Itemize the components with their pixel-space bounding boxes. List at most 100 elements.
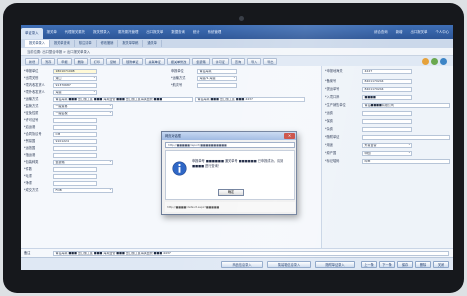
prev-button[interactable]: 上一条 <box>361 261 377 268</box>
nav-tab-5[interactable]: 出口报关单 <box>142 25 167 39</box>
container-button[interactable]: 集装箱 <box>192 57 210 65</box>
refresh-icon[interactable] <box>431 57 438 65</box>
form-row: *生产销售单位 青岛■■■■有限公司 <box>322 102 453 108</box>
info-icon <box>172 161 187 176</box>
pieces-field[interactable] <box>53 166 97 172</box>
save-button[interactable]: 保存 <box>397 261 413 268</box>
save-draft-button[interactable]: 暂存 <box>41 57 56 65</box>
remark-field[interactable]: 青岛海关 ■■■ 出口加工区 ■■■ 海关监管 ■■■ 出口加工区海关监管 ■■… <box>53 250 449 256</box>
copy-button[interactable]: 复制 <box>105 57 121 65</box>
related-docs-button[interactable]: 关联单证 <box>144 57 165 65</box>
misc-fee-field[interactable] <box>362 126 412 132</box>
subtab-3[interactable]: 修改撤销 <box>97 40 119 47</box>
goods-entry-button[interactable]: 商品信息录入 <box>221 261 263 268</box>
field-label: *许可证号 <box>24 118 39 122</box>
trade-country-field[interactable]: 9101224 <box>53 138 97 144</box>
transport-field[interactable]: 青岛海关 ■■■ 出口加工区 ■■■ 海关监管 ■■■ 出口加工区海关监管 ■■… <box>53 96 193 102</box>
nav-tab-1[interactable]: 报关单 <box>43 25 61 39</box>
close-button[interactable]: 关闭 <box>433 261 449 268</box>
location-field[interactable]: 青岛海关 ■■■ 出口加工区 ■■■ 4437 <box>195 96 305 102</box>
message-dialog: 网页对话框 × http://■■■■■/report/■■■■■■■■■■ 申… <box>161 131 297 215</box>
field-label: *启运港 <box>24 125 36 129</box>
freight-field[interactable] <box>362 110 412 116</box>
nav-tab-7[interactable]: 统计 <box>189 25 204 39</box>
field-label: *用途 <box>325 143 333 147</box>
subtab-1[interactable]: 报关单查询 <box>50 40 75 47</box>
field-label: *原产国 <box>325 151 337 155</box>
import-button[interactable]: 导入 <box>247 57 262 65</box>
nav-right-0[interactable]: 综合查询 <box>370 25 392 39</box>
declare-button[interactable]: 申报 <box>57 57 72 65</box>
supervision-mode-select[interactable]: 一般贸易 <box>53 103 113 109</box>
query-button[interactable]: 查询 <box>230 57 246 65</box>
subtab-5[interactable]: 通关单 <box>143 40 162 47</box>
warning-icon[interactable] <box>422 57 429 65</box>
nav-right-2[interactable]: 出口报关单 <box>406 25 431 39</box>
bill-no-field[interactable]: 8401170244 <box>362 86 412 92</box>
export-button[interactable]: 导出 <box>263 57 278 65</box>
delete-button[interactable]: 删除 <box>73 57 88 65</box>
declare-unit-name-field[interactable]: 青岛海关 <box>197 68 237 74</box>
subtab-2[interactable]: 核注清单 <box>75 40 97 47</box>
usage-select[interactable]: 外贸自营 <box>362 142 412 148</box>
voyage-field[interactable] <box>197 82 237 88</box>
ok-button[interactable]: 确定 <box>218 189 244 196</box>
monitor-bezel: 单证录入 报关单 代理报关委托 报关预录入 委托委托管理 出口报关单 数据查询 … <box>3 3 464 293</box>
nav-tab-2[interactable]: 代理报关委托 <box>61 25 89 39</box>
departure-port-field[interactable] <box>53 124 97 130</box>
marks-field[interactable]: N/M <box>362 158 450 164</box>
license-button[interactable]: 许可证 <box>211 57 229 65</box>
modify-button[interactable]: 报关单修改 <box>166 57 191 65</box>
field-label: *境内收发货人 <box>24 83 45 87</box>
form-row: *提运单号 8401170244 <box>322 86 453 92</box>
help-icon[interactable] <box>440 57 447 65</box>
nav-right-3[interactable]: 个人中心 <box>431 25 453 39</box>
transaction-mode-select[interactable]: FOB <box>53 187 113 193</box>
attached-docs-entry-button[interactable]: 随附单证录入 <box>315 261 355 268</box>
attached-docs-field[interactable] <box>362 134 450 140</box>
declare-unit-field[interactable]: 1801071098 <box>53 68 97 74</box>
app-window: 单证录入 报关单 代理报关委托 报关预录入 委托委托管理 出口报关单 数据查询 … <box>21 25 453 270</box>
field-label: *毛重 <box>24 174 32 178</box>
domestic-consignor-field[interactable]: 91370687 <box>53 82 97 88</box>
producer-field[interactable]: 青岛■■■■有限公司 <box>362 102 450 108</box>
attached-docs-button[interactable]: 随附单证 <box>122 57 143 65</box>
form-row: *备案号 8401170244 <box>322 78 453 84</box>
overseas-consignee-select[interactable]: 海运 <box>53 89 97 95</box>
nav-tab-3[interactable]: 报关预录入 <box>89 25 114 39</box>
net-weight-field[interactable] <box>53 180 97 186</box>
entry-port-field[interactable]: ■■■■ <box>362 94 412 100</box>
designated-port-field[interactable] <box>53 152 97 158</box>
nav-right-1[interactable]: 新增 <box>392 25 407 39</box>
exit-customs-select[interactable]: 港口 <box>53 75 97 81</box>
next-button[interactable]: 下一条 <box>379 261 395 268</box>
field-label: *运输方式 <box>24 97 39 101</box>
declare-customs-field[interactable]: 4227 <box>362 68 412 74</box>
nav-tab-0[interactable]: 单证录入 <box>21 28 43 39</box>
package-type-select[interactable]: 集装箱 <box>53 159 113 165</box>
print-button[interactable]: 打印 <box>89 57 104 65</box>
contract-no-field[interactable]: CM <box>53 131 97 137</box>
nav-tab-8[interactable]: 系统管理 <box>204 25 226 39</box>
subtab-4[interactable]: 报关单草稿 <box>118 40 144 47</box>
new-button[interactable]: 新增 <box>25 57 40 65</box>
container-entry-button[interactable]: 集装箱信息录入 <box>267 261 311 268</box>
field-label: *运费 <box>325 111 333 115</box>
nav-tab-6[interactable]: 数据查询 <box>167 25 189 39</box>
destination-country-field[interactable] <box>53 145 97 151</box>
nav-tab-4[interactable]: 委托委托管理 <box>114 25 142 39</box>
gross-weight-field[interactable] <box>53 173 97 179</box>
transport-mode-select[interactable]: 海运/1-海运 <box>197 75 237 81</box>
insurance-field[interactable] <box>362 118 412 124</box>
field-label: *包装种类 <box>24 160 39 164</box>
license-no-field[interactable] <box>53 117 97 123</box>
field-label: *指运港 <box>24 153 36 157</box>
origin-country-select[interactable]: 中国 <box>362 150 412 156</box>
close-icon[interactable]: × <box>284 133 295 139</box>
dialog-url: http://■■■■■/report/■■■■■■■■■■ <box>165 142 295 148</box>
form-row: *申报地海关 4227 <box>322 68 453 74</box>
subtab-0[interactable]: 报关单录入 <box>25 40 50 47</box>
tax-nature-select[interactable]: 一般征税 <box>53 110 113 116</box>
remove-button[interactable]: 删除 <box>415 261 431 268</box>
record-no-field[interactable]: 8401170244 <box>362 78 412 84</box>
